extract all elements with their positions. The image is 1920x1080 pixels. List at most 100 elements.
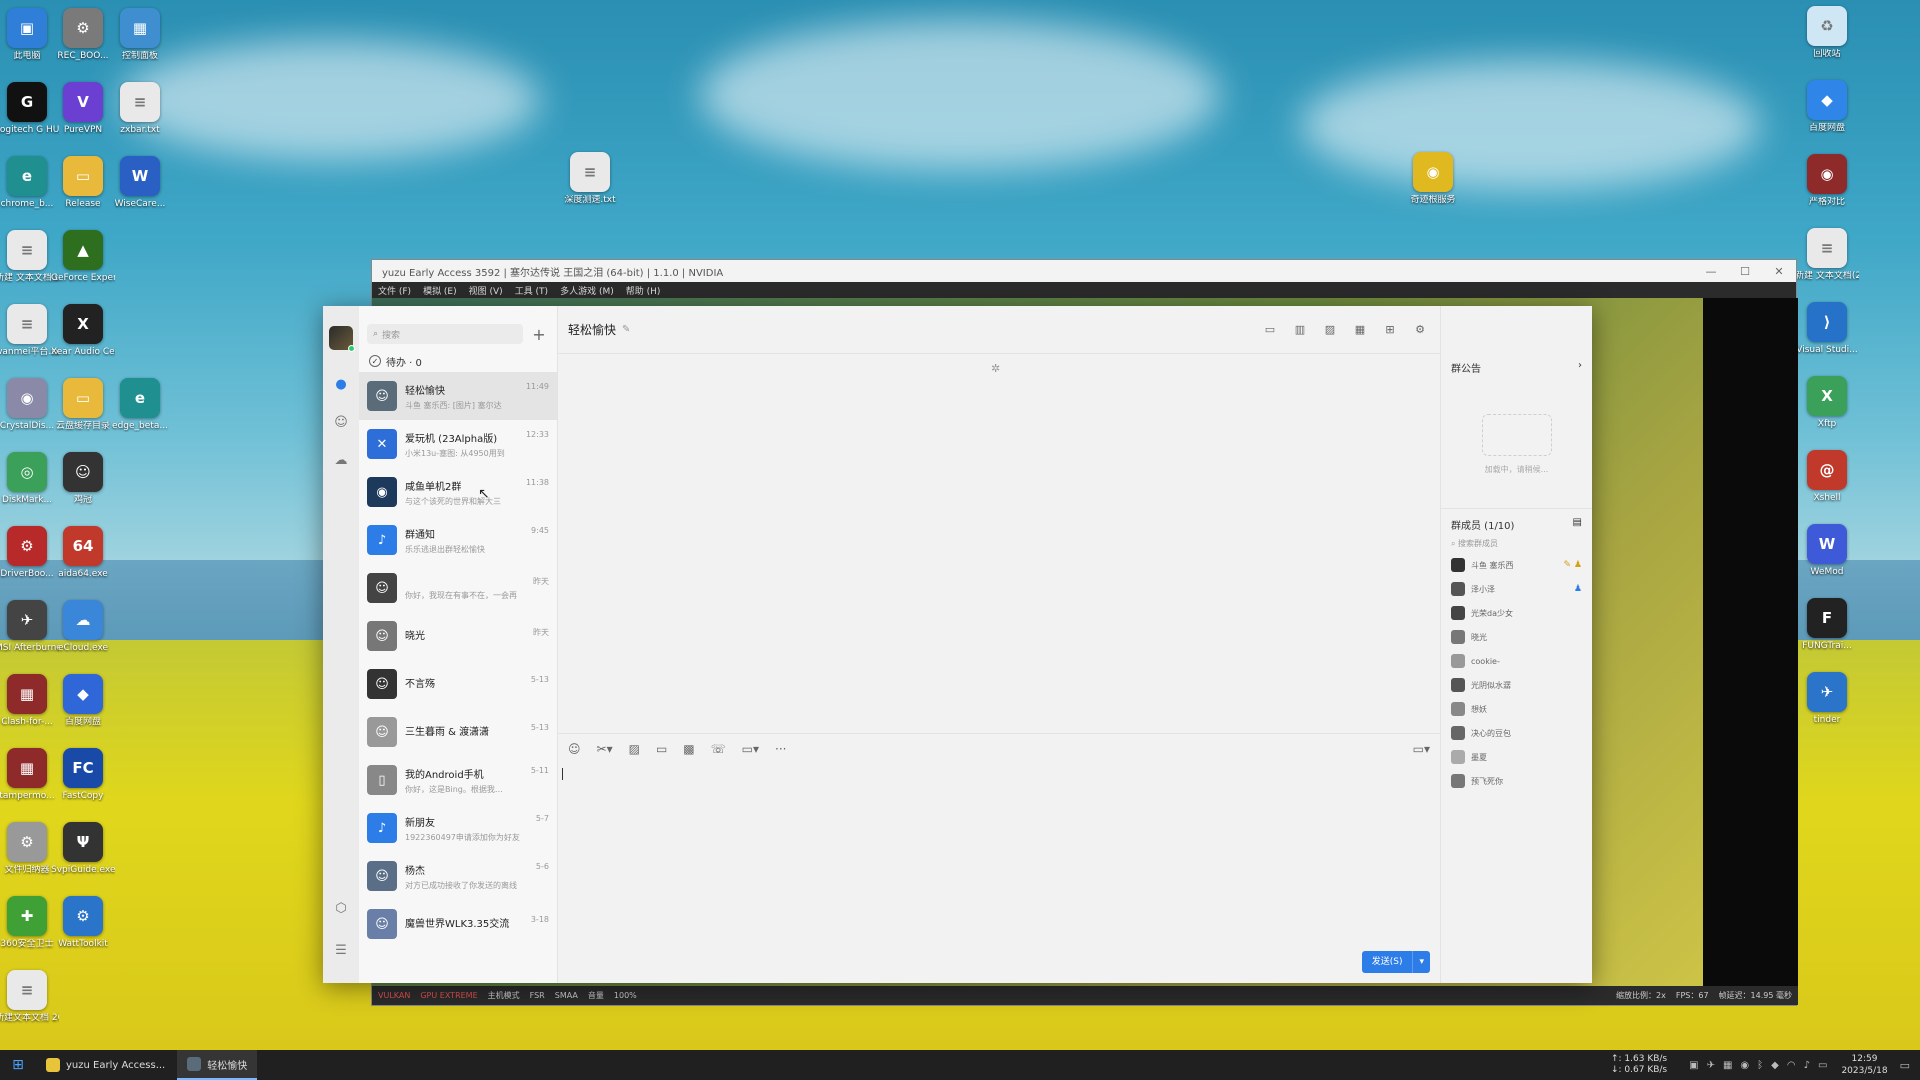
desktop-icon[interactable]: ▭ 云盘缓存目录 [51,378,115,432]
member-item[interactable]: 晓光 [1441,625,1592,649]
red-packet-icon[interactable]: ▩ [683,742,694,756]
desktop-icon[interactable]: X Xftp [1795,376,1859,430]
chat-list-item[interactable]: ☺ 晓光 昨天 [359,612,557,660]
history-icon[interactable]: ▭▾ [1413,742,1430,756]
desktop-icon[interactable]: FC FastCopy [51,748,115,802]
desktop-icon[interactable]: ⚙ WattToolkit [51,896,115,950]
more-icon[interactable]: ··· [775,742,786,756]
status-antialias[interactable]: SMAA [555,991,578,1000]
wifi-icon[interactable]: ◠ [1787,1060,1796,1071]
desktop-icon[interactable]: ▭ Release [51,156,115,210]
settings-icon[interactable]: ⚙ [1410,323,1430,336]
desktop-icon[interactable]: ≡ zxbar.txt [108,82,172,136]
tray-app-icon[interactable]: ✈ [1707,1060,1715,1071]
cloud-icon[interactable]: ☁ [331,450,351,470]
minimize-icon[interactable]: — [1694,265,1728,278]
member-item[interactable]: 光荣da少女 [1441,601,1592,625]
message-area[interactable]: ✲ [558,354,1440,733]
menu-tools[interactable]: 工具 (T) [515,284,548,297]
menu-view[interactable]: 视图 (V) [469,284,503,297]
desktop-icon[interactable]: ☁ eCloud.exe [51,600,115,654]
chat-list-item[interactable]: ✕ 爱玩机 (23Alpha版) 12:33 小米13u-塞图: 从4950用到 [359,420,557,468]
chat-list-item[interactable]: ☺ 三生暮雨 & 渡潇潇 5-13 [359,708,557,756]
menu-emulation[interactable]: 模拟 (E) [423,284,457,297]
add-member-icon[interactable]: ⊞ [1380,323,1400,336]
chat-list-item[interactable]: ☺ 魔兽世界WLK3.35交流 3-18 [359,900,557,948]
member-item[interactable]: 泽小泽 ♟ [1441,577,1592,601]
desktop-icon[interactable]: ◆ 百度网盘 [1795,80,1859,134]
tray-app-icon[interactable]: ▦ [1723,1060,1732,1071]
apps-cube-icon[interactable]: ⬡ [331,898,351,918]
member-item[interactable]: 斗鱼 塞乐西 ✎ ♟ [1441,553,1592,577]
desktop-icon[interactable]: F FUNGTrai... [1795,598,1859,652]
menu-icon[interactable]: ☰ [331,940,351,960]
menu-multiplayer[interactable]: 多人游戏 (M) [560,284,614,297]
desktop-icon[interactable]: ▦ 控制面板 [108,8,172,62]
desktop-icon[interactable]: ≡ 新建 文本文档(2).txt [1795,228,1859,282]
input-area[interactable]: ☺ ✂▾ ▨ ▭ ▩ ☏ ▭▾ ··· ▭▾ 发送(S) ▾ [558,733,1440,983]
chevron-down-icon[interactable]: ▾ [1413,951,1430,973]
task-qq[interactable]: 轻松愉快 [177,1050,258,1080]
desktop-icon[interactable]: ♻ 回收站 [1795,6,1859,60]
status-filter[interactable]: FSR [530,991,545,1000]
status-volume-label[interactable]: 音量 [588,990,604,1001]
desktop-icon[interactable]: ◉ 严格对比 [1795,154,1859,208]
status-gpu-accuracy[interactable]: GPU EXTREME [420,991,477,1000]
bluetooth-icon[interactable]: ᛒ [1757,1060,1763,1071]
windows-start-icon[interactable]: ⊞ [0,1050,36,1080]
folder-icon[interactable]: ▭ [1260,323,1280,336]
add-icon[interactable]: + [529,324,549,344]
status-dock-mode[interactable]: 主机模式 [488,990,520,1001]
member-search-input[interactable]: ⌕ 搜索群成员 [1451,538,1582,549]
chat-list-item[interactable]: ☺ 不言殇 5-13 [359,660,557,708]
chat-list-item[interactable]: ♪ 新朋友 5-7 1922360497申请添加你为好友 [359,804,557,852]
qq-window[interactable]: ● ☺ ☁ ⬡ ☰ ⌕ 搜索 + ✓ 待办 · 0 ☺ 轻松愉快 11:49 斗鱼 塞… [323,306,1592,983]
tray-app-icon[interactable]: ◉ [1740,1060,1749,1071]
member-item[interactable]: 光阴似水潺 [1441,673,1592,697]
apps-grid-icon[interactable]: ▦ [1350,323,1370,336]
member-list-icon[interactable]: ▤ [1573,517,1582,532]
search-input[interactable]: ⌕ 搜索 [367,324,523,344]
screen-share-icon[interactable]: ▭▾ [742,742,759,756]
file-icon[interactable]: ▭ [656,742,667,756]
member-item[interactable]: 预飞死你 [1441,769,1592,793]
desktop-icon[interactable]: ▲ GeForce Experience [51,230,115,284]
chat-list-item[interactable]: ☺ 轻松愉快 11:49 斗鱼 塞乐西: [图片] 塞尔达 [359,372,557,420]
my-avatar[interactable] [329,326,355,352]
desktop-icon[interactable]: ◆ 百度网盘 [51,674,115,728]
chevron-right-icon[interactable]: › [1578,360,1582,375]
desktop-icon[interactable]: ✈ tinder [1795,672,1859,726]
desktop-icon[interactable]: W WiseCare... [108,156,172,210]
chat-list-item[interactable]: ☺ 昨天 你好，我现在有事不在，一会再 [359,564,557,612]
close-icon[interactable]: ✕ [1762,265,1796,278]
member-item[interactable]: 决心的豆包 [1441,721,1592,745]
chat-list-item[interactable]: ▯ 我的Android手机 5-11 你好，这是Bing。根据我… [359,756,557,804]
notification-icon[interactable]: ▭ [1900,1059,1910,1072]
menu-file[interactable]: 文件 (F) [378,284,411,297]
chat-list-item[interactable]: ☺ 杨杰 5-6 对方已成功接收了你发送的离线 [359,852,557,900]
chat-list-item[interactable]: ♪ 群通知 9:45 乐乐逃退出群轻松愉快 [359,516,557,564]
volume-icon[interactable]: ♪ [1804,1060,1810,1071]
emoji-icon[interactable]: ☺ [568,742,581,756]
desktop-icon[interactable]: 64 aida64.exe [51,526,115,580]
system-clock[interactable]: 12:59 2023/5/18 [1841,1053,1887,1077]
edit-icon[interactable]: ✎ [622,324,630,335]
chat-list-item[interactable]: ◉ 咸鱼单机2群 11:38 与这个该死的世界和解大三 [359,468,557,516]
menu-help[interactable]: 帮助 (H) [626,284,661,297]
desktop-icon[interactable]: ≡ 新建文本文档 2021.txt [0,970,59,1024]
todo-row[interactable]: ✓ 待办 · 0 [359,350,557,372]
send-button[interactable]: 发送(S) ▾ [1361,951,1430,973]
split-view-icon[interactable]: ▥ [1290,323,1310,336]
message-icon[interactable]: ● [331,374,351,394]
battery-icon[interactable]: ▭ [1818,1060,1827,1071]
desktop-icon[interactable]: @ Xshell [1795,450,1859,504]
desktop-icon[interactable]: W WeMod [1795,524,1859,578]
desktop-icon[interactable]: ≡ 深度测速.txt [558,152,622,206]
phone-icon[interactable]: ☏ [711,742,726,756]
maximize-icon[interactable]: ☐ [1728,265,1762,278]
desktop-icon[interactable]: ◉ 奇迹根服务 [1401,152,1465,206]
member-item[interactable]: 想妖 [1441,697,1592,721]
desktop-icon[interactable]: V PureVPN [51,82,115,136]
image-icon[interactable]: ▨ [629,742,640,756]
task-yuzu[interactable]: yuzu Early Access... [36,1050,175,1080]
